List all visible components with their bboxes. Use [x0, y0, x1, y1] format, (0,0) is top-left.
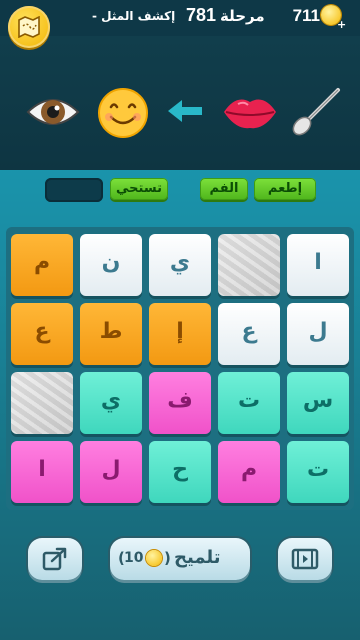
hint-cost: 10	[124, 550, 144, 566]
eye-icon	[26, 99, 80, 125]
letter-tile[interactable]: ل	[287, 303, 349, 365]
letter-tile[interactable]: م	[218, 441, 280, 503]
coins-count: 711	[292, 6, 320, 25]
letter-tile[interactable]: ي	[149, 234, 211, 296]
answer-bar: تستحي الفم إطعم	[108, 178, 320, 202]
arrow-left-icon	[168, 100, 202, 122]
answer-word-chip[interactable]: إطعم	[254, 178, 316, 200]
level-number: 781	[186, 5, 217, 25]
share-icon	[42, 547, 67, 571]
letter-tile[interactable]: س	[287, 372, 349, 434]
hint-paren-close: )	[164, 549, 171, 567]
answer-empty-slot[interactable]	[45, 178, 103, 202]
letter-tile[interactable]: ع	[11, 303, 73, 365]
answer-word-chip[interactable]: تستحي	[110, 178, 168, 200]
letter-tile[interactable]: م	[11, 234, 73, 296]
add-coins-icon[interactable]: +	[337, 19, 346, 30]
share-button[interactable]	[28, 538, 82, 580]
letter-tile[interactable]: ن	[80, 234, 142, 296]
letter-tile[interactable]: ا	[287, 234, 349, 296]
spoon-icon	[292, 88, 340, 136]
blocked-tile	[11, 372, 73, 434]
hint-button[interactable]: ( 10 ) تلميح	[110, 538, 250, 580]
letter-tile[interactable]: ت	[218, 372, 280, 434]
watch-video-button[interactable]	[278, 538, 332, 580]
letter-tile[interactable]: ف	[149, 372, 211, 434]
letter-tile[interactable]: ع	[218, 303, 280, 365]
map-icon	[18, 16, 40, 38]
letter-tile[interactable]: ح	[149, 441, 211, 503]
letter-tile[interactable]: إ	[149, 303, 211, 365]
answer-word-chip[interactable]: الفم	[200, 178, 248, 200]
lips-icon	[224, 99, 276, 129]
level-subtitle: - إكشف المثل	[92, 9, 176, 23]
letter-tile[interactable]: ي	[80, 372, 142, 434]
smiling-face-icon	[98, 88, 148, 138]
coin-icon	[146, 550, 162, 566]
hint-label: تلميح	[174, 547, 221, 568]
letter-tile[interactable]: ت	[287, 441, 349, 503]
level-label: مرحلة	[220, 7, 265, 25]
map-button[interactable]	[8, 6, 50, 48]
film-icon	[291, 548, 319, 570]
letter-tile[interactable]: ل	[80, 441, 142, 503]
letter-tile[interactable]: ا	[11, 441, 73, 503]
blocked-tile	[218, 234, 280, 296]
letter-tile[interactable]: ط	[80, 303, 142, 365]
